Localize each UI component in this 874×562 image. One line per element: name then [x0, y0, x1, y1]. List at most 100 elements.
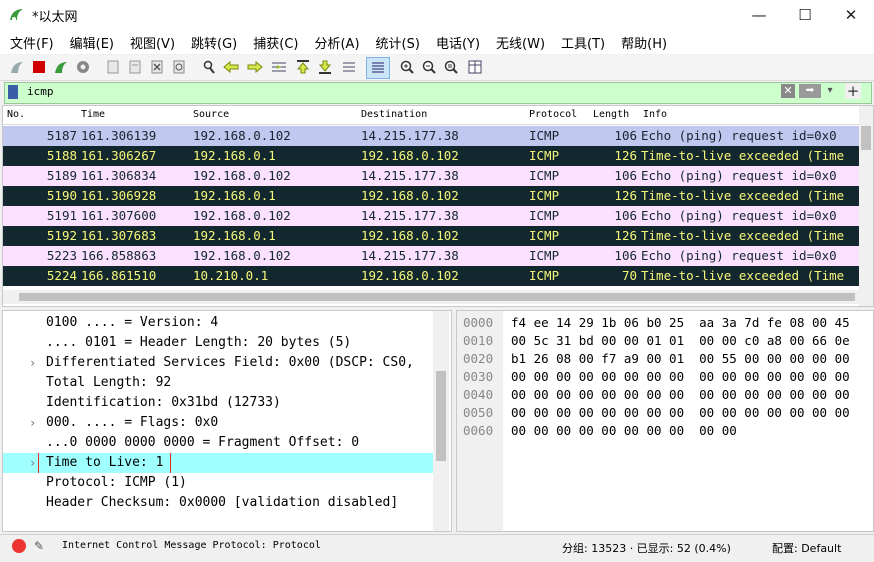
packet-row[interactable]: 5192 161.307683 192.168.0.1 192.168.0.102 IC… [3, 226, 859, 246]
first-packet-icon[interactable] [294, 58, 312, 76]
filter-input[interactable]: icmp [27, 85, 54, 98]
packet-cell-len: 106 [614, 208, 637, 223]
autoscroll-icon[interactable] [340, 58, 358, 76]
stop-icon[interactable] [30, 58, 48, 76]
detail-row[interactable]: › Differentiated Services Field: 0x00 (DS… [3, 353, 433, 373]
detail-row[interactable]: Identification: 0x31bd (12733) [3, 393, 433, 413]
column-info[interactable]: Info [643, 109, 667, 120]
apply-filter-icon[interactable]: ➡ [799, 84, 821, 98]
menu-analyze[interactable]: 分析(A) [306, 33, 367, 52]
menu-wireless[interactable]: 无线(W) [488, 33, 553, 52]
colorize-icon[interactable] [366, 57, 390, 79]
menu-help[interactable]: 帮助(H) [613, 33, 675, 52]
menu-edit[interactable]: 编辑(E) [62, 33, 122, 52]
packet-row[interactable]: 5223 166.858863 192.168.0.102 14.215.177.38… [3, 246, 859, 266]
packet-row[interactable]: 5190 161.306928 192.168.0.1 192.168.0.102 IC… [3, 186, 859, 206]
go-back-icon[interactable] [222, 58, 240, 76]
last-packet-icon[interactable] [316, 58, 334, 76]
hex-bytes-line[interactable]: 00 00 00 00 00 00 00 00 00 00 00 00 00 0… [511, 368, 850, 386]
close-button[interactable]: ✕ [828, 0, 874, 30]
menu-file[interactable]: 文件(F) [0, 33, 62, 52]
open-file-icon[interactable] [104, 58, 122, 76]
detail-row[interactable]: 0100 .... = Version: 4 [3, 313, 433, 333]
menu-go[interactable]: 跳转(G) [183, 33, 245, 52]
menu-telephony[interactable]: 电话(Y) [428, 33, 488, 52]
zoom-normal-icon[interactable] [442, 58, 460, 76]
menu-statistics[interactable]: 统计(S) [368, 33, 428, 52]
hex-bytes-line[interactable]: 00 00 00 00 00 00 00 00 00 00 00 00 00 0… [511, 386, 850, 404]
packet-row[interactable]: 5188 161.306267 192.168.0.1 192.168.0.102 IC… [3, 146, 859, 166]
hex-bytes-line[interactable]: 00 00 00 00 00 00 00 00 00 00 [511, 422, 737, 440]
chevron-right-icon[interactable]: › [29, 353, 36, 373]
options-gear-icon[interactable] [74, 58, 92, 76]
close-file-icon[interactable] [148, 58, 166, 76]
packet-cell-src: 192.168.0.102 [193, 168, 291, 183]
edit-comment-icon[interactable]: ✎ [34, 539, 48, 553]
maximize-button[interactable]: ☐ [782, 0, 828, 30]
column-length[interactable]: Length [593, 109, 629, 120]
status-bar: ✎ Internet Control Message Protocol: Pro… [0, 534, 874, 559]
packet-cell-proto: ICMP [529, 188, 560, 203]
packet-list-hscroll[interactable] [3, 290, 859, 304]
add-filter-button-icon[interactable]: + [845, 83, 861, 99]
packet-cell-dst: 14.215.177.38 [361, 168, 459, 183]
column-destination[interactable]: Destination [361, 109, 427, 120]
packet-row[interactable]: 5189 161.306834 192.168.0.102 14.215.177.38… [3, 166, 859, 186]
capture-status-icon[interactable] [12, 539, 26, 553]
packet-cell-time: 166.858863 [81, 248, 157, 263]
column-protocol[interactable]: Protocol [529, 109, 577, 120]
packet-cell-info: Time-to-live exceeded (Time [641, 148, 845, 163]
packet-list-vscroll[interactable] [859, 106, 873, 306]
hex-offset: 0050 [463, 405, 494, 420]
shark-fin-start-icon[interactable] [8, 58, 26, 76]
column-source[interactable]: Source [193, 109, 229, 120]
zoom-in-icon[interactable] [398, 58, 416, 76]
menu-capture[interactable]: 捕获(C) [245, 33, 306, 52]
packet-cell-dst: 192.168.0.102 [361, 148, 459, 163]
bookmark-icon[interactable] [8, 85, 18, 99]
resize-columns-icon[interactable] [466, 58, 484, 76]
packet-cell-proto: ICMP [529, 208, 560, 223]
packet-cell-src: 192.168.0.1 [193, 148, 276, 163]
detail-row[interactable]: Header Checksum: 0x0000 [validation disa… [3, 493, 433, 513]
details-vscroll[interactable] [433, 311, 449, 531]
detail-row[interactable]: .... 0101 = Header Length: 20 bytes (5) [3, 333, 433, 353]
packet-cell-time: 161.306928 [81, 188, 157, 203]
clear-filter-icon[interactable]: ✕ [781, 84, 795, 98]
chevron-right-icon[interactable]: › [29, 413, 36, 433]
packet-cell-time: 166.861510 [81, 268, 157, 283]
packet-cell-no: 5192 [46, 228, 77, 243]
hex-bytes-line[interactable]: f4 ee 14 29 1b 06 b0 25 aa 3a 7d fe 08 0… [511, 314, 850, 332]
menu-bar: 文件(F) 编辑(E) 视图(V) 跳转(G) 捕获(C) 分析(A) 统计(S… [0, 30, 874, 54]
packet-row[interactable]: 5224 166.861510 10.210.0.1 192.168.0.102 ICM… [3, 266, 859, 286]
hex-bytes-line[interactable]: 00 5c 31 bd 00 00 01 01 00 00 c0 a8 00 6… [511, 332, 850, 350]
detail-row[interactable]: ...0 0000 0000 0000 = Fragment Offset: 0 [3, 433, 433, 453]
restart-icon[interactable] [52, 58, 70, 76]
zoom-out-icon[interactable] [420, 58, 438, 76]
detail-row[interactable]: Total Length: 92 [3, 373, 433, 393]
packet-cell-time: 161.307683 [81, 228, 157, 243]
detail-row[interactable]: › 000. .... = Flags: 0x0 [3, 413, 433, 433]
detail-row[interactable]: Protocol: ICMP (1) [3, 473, 433, 493]
menu-tools[interactable]: 工具(T) [553, 33, 613, 52]
window-title: *以太网 [32, 10, 78, 25]
column-time[interactable]: Time [81, 109, 105, 120]
packet-row[interactable]: 5187 161.306139 192.168.0.102 14.215.177.38… [3, 126, 859, 146]
column-no[interactable]: No. [7, 109, 25, 120]
minimize-button[interactable]: — [736, 0, 782, 30]
status-profile[interactable]: 配置: Default [772, 540, 841, 556]
packet-cell-dst: 192.168.0.102 [361, 188, 459, 203]
hex-bytes-line[interactable]: 00 00 00 00 00 00 00 00 00 00 00 00 00 0… [511, 404, 850, 422]
go-forward-icon[interactable] [246, 58, 264, 76]
menu-view[interactable]: 视图(V) [122, 33, 183, 52]
go-to-packet-icon[interactable] [270, 58, 288, 76]
hex-bytes-line[interactable]: b1 26 08 00 f7 a9 00 01 00 55 00 00 00 0… [511, 350, 850, 368]
find-icon[interactable] [200, 58, 218, 76]
detail-row[interactable]: › Time to Live: 1 [3, 453, 433, 473]
packet-cell-no: 5223 [46, 248, 77, 263]
filter-dropdown-icon[interactable]: ▾ [823, 84, 837, 98]
chevron-right-icon[interactable]: › [29, 453, 36, 473]
reload-icon[interactable] [170, 58, 188, 76]
packet-row[interactable]: 5191 161.307600 192.168.0.102 14.215.177.38… [3, 206, 859, 226]
save-file-icon[interactable] [126, 58, 144, 76]
